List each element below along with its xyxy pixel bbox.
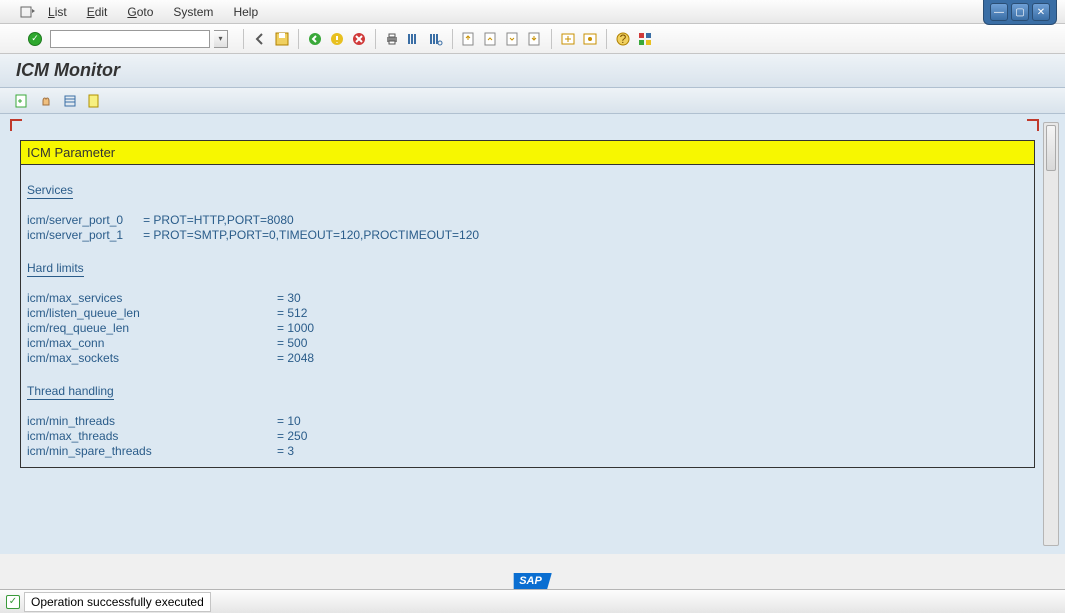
window-controls: — ▢ ✕ [983,0,1057,25]
corner-marker-tl [10,119,22,131]
close-button[interactable]: ✕ [1032,3,1050,21]
hand-icon[interactable] [38,93,54,109]
section-services-title: Services [27,183,1028,205]
param-row: icm/listen_queue_len= 512 [27,306,1028,321]
menu-goto[interactable]: Goto [127,5,153,19]
param-row: icm/min_spare_threads= 3 [27,444,1028,459]
param-row: icm/min_threads= 10 [27,414,1028,429]
menu-system[interactable]: System [173,5,213,19]
command-field[interactable] [50,30,210,48]
command-history-dropdown[interactable]: ▾ [214,30,228,48]
status-text: Operation successfully executed [24,592,211,612]
last-page-icon[interactable] [526,30,544,48]
separator [243,29,244,49]
param-row: icm/req_queue_len= 1000 [27,321,1028,336]
report-header: ICM Parameter [21,141,1034,165]
param-row: icm/max_conn= 500 [27,336,1028,351]
minimize-button[interactable]: — [990,3,1008,21]
svg-text:?: ? [620,32,627,46]
separator [375,29,376,49]
param-row: icm/server_port_1 = PROT=SMTP,PORT=0,TIM… [27,228,1028,243]
status-success-icon: ✓ [6,595,20,609]
find-icon[interactable] [405,30,423,48]
find-next-icon[interactable] [427,30,445,48]
menu-list[interactable]: List [48,5,67,19]
new-session-icon[interactable] [559,30,577,48]
menu-app-icon[interactable] [20,4,36,20]
page-title: ICM Monitor [16,60,1049,81]
param-row: icm/max_threads= 250 [27,429,1028,444]
title-area: ICM Monitor [0,54,1065,88]
document-icon[interactable] [86,93,102,109]
separator [298,29,299,49]
save-icon[interactable] [273,30,291,48]
prev-page-icon[interactable] [482,30,500,48]
report-box: ICM Parameter Services icm/server_port_0… [20,140,1035,468]
vertical-scrollbar[interactable] [1043,122,1059,546]
help-icon[interactable]: ? [614,30,632,48]
layout-icon[interactable] [636,30,654,48]
print-icon[interactable] [383,30,401,48]
shortcut-icon[interactable] [581,30,599,48]
report-body: Services icm/server_port_0 = PROT=HTTP,P… [21,165,1034,467]
menubar: List Edit Goto System Help — ▢ ✕ [0,0,1065,24]
separator [551,29,552,49]
param-row: icm/max_sockets= 2048 [27,351,1028,366]
back-icon[interactable] [251,30,269,48]
separator [606,29,607,49]
scrollbar-thumb[interactable] [1046,125,1056,171]
filter-icon[interactable] [62,93,78,109]
app-toolbar [0,88,1065,114]
enter-icon[interactable]: ✓ [28,32,42,46]
param-row: icm/server_port_0 = PROT=HTTP,PORT=8080 [27,213,1028,228]
sap-logo: SAP [513,573,552,589]
exit-yellow-icon[interactable] [328,30,346,48]
cancel-red-icon[interactable] [350,30,368,48]
standard-toolbar: ✓ ▾ ? [0,24,1065,54]
separator [452,29,453,49]
section-hardlimits-title: Hard limits [27,261,1028,283]
section-threads-title: Thread handling [27,384,1028,406]
menu-edit[interactable]: Edit [87,5,108,19]
maximize-button[interactable]: ▢ [1011,3,1029,21]
statusbar: ✓ Operation successfully executed [0,589,1065,613]
corner-marker-tr [1027,119,1039,131]
menu-help[interactable]: Help [233,5,258,19]
next-page-icon[interactable] [504,30,522,48]
first-page-icon[interactable] [460,30,478,48]
back-green-icon[interactable] [306,30,324,48]
param-row: icm/max_services= 30 [27,291,1028,306]
content-area: ICM Parameter Services icm/server_port_0… [0,114,1065,554]
refresh-icon[interactable] [14,93,30,109]
